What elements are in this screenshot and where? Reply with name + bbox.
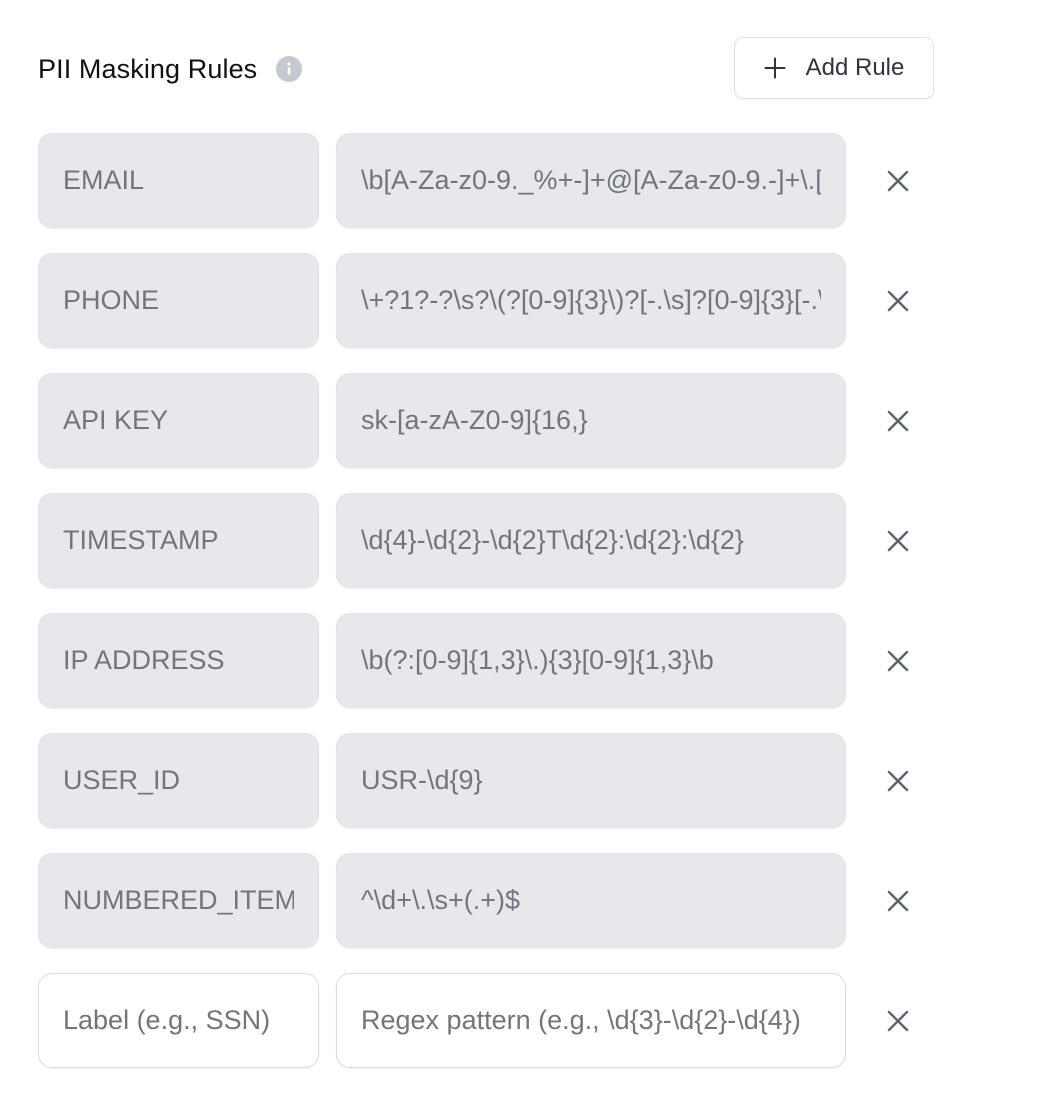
rule-row: TIMESTAMP \d{4}-\d{2}-\d{2}T\d{2}:\d{2}:… (38, 493, 934, 588)
close-icon (887, 1010, 909, 1032)
rule-label-value: EMAIL (63, 165, 145, 195)
rule-label-value: API KEY (63, 405, 169, 435)
close-icon (887, 890, 909, 912)
rules-list: EMAIL \b[A-Za-z0-9._%+-]+@[A-Za-z0-9.-]+… (38, 133, 934, 1093)
remove-rule-button[interactable] (881, 764, 915, 798)
rule-row: NUMBERED_ITEM ^\d+\.\s+(.+)$ (38, 853, 934, 948)
rule-label-input[interactable]: USER_ID (38, 733, 319, 828)
rule-pattern-value: ^\d+\.\s+(.+)$ (361, 885, 520, 915)
add-rule-label: Add Rule (805, 54, 905, 81)
rule-pattern-input[interactable]: \b(?:[0-9]{1,3}\.){3}[0-9]{1,3}\b (336, 613, 846, 708)
rule-pattern-input[interactable]: \b[A-Za-z0-9._%+-]+@[A-Za-z0-9.-]+\.[A-Z… (336, 133, 846, 228)
rule-pattern-input[interactable]: \+?1?-?\s?\(?[0-9]{3}\)?[-.\s]?[0-9]{3}[… (336, 253, 846, 348)
close-icon (887, 770, 909, 792)
close-icon (887, 170, 909, 192)
remove-rule-button[interactable] (881, 164, 915, 198)
rule-pattern-value: USR-\d{9} (361, 765, 483, 795)
plus-icon (764, 57, 786, 79)
rule-label-value: IP ADDRESS (63, 645, 225, 675)
rule-pattern-input[interactable]: sk-[a-zA-Z0-9]{16,} (336, 373, 846, 468)
rule-pattern-value: \d{4}-\d{2}-\d{2}T\d{2}:\d{2}:\d{2} (361, 525, 744, 555)
new-rule-label-field[interactable]: Label (e.g., SSN) (38, 973, 319, 1068)
rule-row: IP ADDRESS \b(?:[0-9]{1,3}\.){3}[0-9]{1,… (38, 613, 934, 708)
rules-header: PII Masking Rules Add Rule (38, 36, 934, 102)
remove-new-rule-button[interactable] (881, 1004, 915, 1038)
rule-pattern-input[interactable]: \d{4}-\d{2}-\d{2}T\d{2}:\d{2}:\d{2} (336, 493, 846, 588)
rule-label-input[interactable]: TIMESTAMP (38, 493, 319, 588)
title-group: PII Masking Rules (38, 36, 303, 102)
rule-label-input[interactable]: API KEY (38, 373, 319, 468)
close-icon (887, 410, 909, 432)
close-icon (887, 290, 909, 312)
rule-pattern-value: sk-[a-zA-Z0-9]{16,} (361, 405, 588, 435)
remove-rule-button[interactable] (881, 404, 915, 438)
rule-pattern-value: \+?1?-?\s?\(?[0-9]{3}\)?[-.\s]?[0-9]{3}[… (361, 285, 821, 315)
info-icon[interactable] (276, 56, 303, 82)
rule-row: EMAIL \b[A-Za-z0-9._%+-]+@[A-Za-z0-9.-]+… (38, 133, 934, 228)
remove-rule-button[interactable] (881, 884, 915, 918)
rule-pattern-value: \b[A-Za-z0-9._%+-]+@[A-Za-z0-9.-]+\.[A-Z… (361, 165, 821, 195)
rule-row: USER_ID USR-\d{9} (38, 733, 934, 828)
rule-label-input[interactable]: PHONE (38, 253, 319, 348)
rule-label-value: NUMBERED_ITEM (63, 885, 294, 915)
rule-pattern-value: \b(?:[0-9]{1,3}\.){3}[0-9]{1,3}\b (361, 645, 714, 675)
rule-pattern-input[interactable]: USR-\d{9} (336, 733, 846, 828)
rule-label-value: USER_ID (63, 765, 181, 795)
remove-rule-button[interactable] (881, 524, 915, 558)
new-rule-row: Label (e.g., SSN) Regex pattern (e.g., \… (38, 973, 934, 1068)
close-icon (887, 530, 909, 552)
page-title: PII Masking Rules (38, 53, 258, 84)
rule-row: API KEY sk-[a-zA-Z0-9]{16,} (38, 373, 934, 468)
rule-pattern-input[interactable]: ^\d+\.\s+(.+)$ (336, 853, 846, 948)
close-icon (887, 650, 909, 672)
remove-rule-button[interactable] (881, 284, 915, 318)
rule-label-input[interactable]: NUMBERED_ITEM (38, 853, 319, 948)
pattern-placeholder: Regex pattern (e.g., \d{3}-\d{2}-\d{4}) (361, 1005, 801, 1035)
remove-rule-button[interactable] (881, 644, 915, 678)
rule-label-input[interactable]: EMAIL (38, 133, 319, 228)
new-rule-pattern-field[interactable]: Regex pattern (e.g., \d{3}-\d{2}-\d{4}) (336, 973, 846, 1068)
rule-label-input[interactable]: IP ADDRESS (38, 613, 319, 708)
rule-label-value: PHONE (63, 285, 160, 315)
rule-label-value: TIMESTAMP (63, 525, 219, 555)
rule-row: PHONE \+?1?-?\s?\(?[0-9]{3}\)?[-.\s]?[0-… (38, 253, 934, 348)
label-placeholder: Label (e.g., SSN) (63, 1005, 271, 1035)
add-rule-button[interactable]: Add Rule (734, 37, 934, 99)
